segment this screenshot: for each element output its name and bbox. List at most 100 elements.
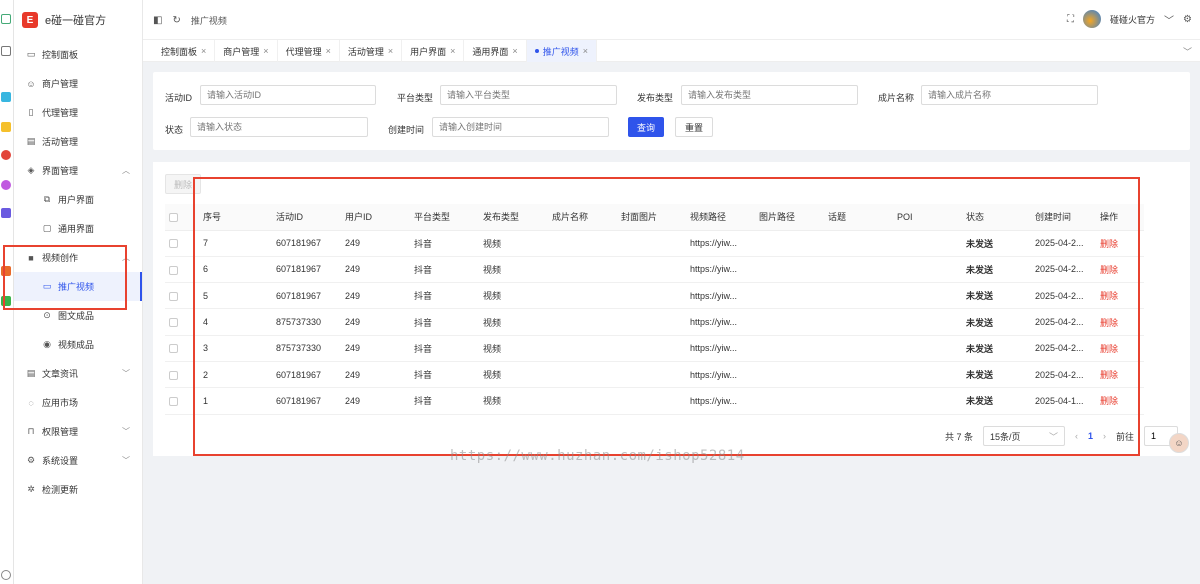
logo[interactable]: E e碰一碰官方 — [14, 0, 142, 40]
close-icon[interactable]: × — [326, 46, 331, 56]
chevron-icon[interactable]: ﹀ — [122, 455, 130, 466]
column-header: 创建时间 — [1031, 204, 1096, 231]
sidebar-item-8[interactable]: ■ 视频创作 ︿ — [14, 243, 142, 272]
sidebar-item-13[interactable]: ◌ 应用市场 — [14, 388, 142, 417]
close-icon[interactable]: × — [263, 46, 268, 56]
status-input[interactable] — [190, 117, 368, 137]
app-icon-green[interactable] — [1, 296, 11, 306]
table-cell — [617, 282, 686, 310]
table-cell — [548, 256, 617, 284]
row-delete-link[interactable]: 删除 — [1096, 361, 1144, 389]
reset-button[interactable]: 重置 — [675, 117, 714, 137]
sidebar-item-15[interactable]: ⚙ 系统设置 ﹀ — [14, 446, 142, 475]
plus-icon[interactable] — [1, 46, 11, 56]
page-size-select[interactable]: 15条/页 ﹀ — [982, 426, 1065, 446]
row-delete-link[interactable]: 删除 — [1096, 308, 1144, 336]
chevron-down-icon: ﹀ — [1048, 431, 1058, 442]
tabs-more-icon[interactable]: ﹀ — [1183, 45, 1192, 58]
table-cell — [617, 387, 686, 415]
sidebar-item-11[interactable]: ◉ 视频成品 — [14, 330, 142, 359]
sidebar-item-7[interactable]: ▢ 通用界面 — [14, 214, 142, 243]
refresh-icon[interactable]: ↻ — [172, 15, 180, 26]
chevron-icon[interactable]: ︿ — [122, 252, 130, 263]
tab-4[interactable]: 活动管理 × — [340, 40, 403, 62]
tab-5[interactable]: 用户界面 × — [402, 40, 465, 62]
activity-id-input[interactable] — [200, 85, 376, 105]
sidebar-item-2[interactable]: ☺ 商户管理 — [14, 69, 142, 98]
row-delete-link[interactable]: 删除 — [1096, 335, 1144, 362]
row-delete-link[interactable]: 删除 — [1096, 282, 1144, 310]
app-icon-orange[interactable] — [1, 266, 11, 276]
app-icon-multi[interactable] — [1, 150, 11, 160]
next-page-icon[interactable]: › — [1103, 431, 1106, 441]
sidebar-item-9[interactable]: ▭ 推广视频 — [14, 272, 142, 301]
sidebar-item-14[interactable]: ⊓ 权限管理 ﹀ — [14, 417, 142, 446]
sidebar-item-3[interactable]: ▯ 代理管理 — [14, 98, 142, 127]
row-checkbox[interactable] — [169, 370, 178, 380]
table-cell: 2025-04-2... — [1031, 335, 1096, 362]
fullscreen-icon[interactable]: ⛶ — [1067, 14, 1074, 25]
select-all-checkbox[interactable] — [169, 212, 178, 222]
sidebar-item-5[interactable]: ◈ 界面管理 ︿ — [14, 156, 142, 185]
row-checkbox[interactable] — [169, 265, 178, 275]
app-name: e碰一碰官方 — [45, 15, 107, 27]
sidebar-item-12[interactable]: ▤ 文章资讯 ﹀ — [14, 359, 142, 388]
sidebar-item-1[interactable]: ▭ 控制面板 — [14, 40, 142, 69]
layers-icon: ◈ — [27, 165, 35, 175]
app-icon-cyan[interactable] — [1, 92, 11, 102]
avatar[interactable] — [1083, 10, 1102, 28]
close-icon[interactable]: × — [583, 46, 588, 56]
close-icon[interactable]: × — [388, 46, 393, 56]
publish-type-input[interactable] — [681, 85, 858, 105]
close-icon[interactable]: × — [201, 46, 206, 56]
sidebar-item-6[interactable]: ⧉ 用户界面 — [14, 185, 142, 214]
row-delete-link[interactable]: 删除 — [1096, 256, 1144, 284]
tab-1[interactable]: 控制面板 × — [153, 40, 216, 62]
logo-icon: E — [22, 12, 38, 28]
app-icon-gradient[interactable] — [1, 180, 11, 190]
collapse-sidebar-icon[interactable]: ◧ — [153, 15, 162, 26]
sidebar-item-4[interactable]: ▤ 活动管理 — [14, 127, 142, 156]
table-cell — [824, 230, 893, 257]
close-icon[interactable]: × — [512, 46, 517, 56]
row-delete-link[interactable]: 删除 — [1096, 387, 1144, 415]
table-cell — [548, 335, 617, 362]
row-checkbox[interactable] — [169, 318, 178, 328]
app-icon-chart[interactable] — [1, 208, 11, 218]
row-checkbox[interactable] — [169, 291, 178, 301]
support-avatar[interactable]: ☺ — [1169, 433, 1189, 453]
created-input[interactable] — [432, 117, 609, 137]
settings-icon[interactable]: ⚙ — [1183, 14, 1192, 25]
chevron-icon[interactable]: ﹀ — [122, 368, 130, 379]
row-checkbox[interactable] — [169, 344, 178, 354]
column-header: 状态 — [962, 204, 1031, 231]
box-icon: ▢ — [42, 223, 52, 233]
batch-delete-button[interactable]: 删除 — [165, 174, 202, 194]
column-header: 话题 — [824, 204, 893, 231]
row-checkbox[interactable] — [169, 239, 178, 249]
sidebar-item-label: 视频创作 — [42, 253, 79, 263]
tab-6[interactable]: 通用界面 × — [464, 40, 527, 62]
settings-icon[interactable] — [1, 570, 11, 580]
page-number[interactable]: 1 — [1088, 431, 1093, 441]
row-delete-link[interactable]: 删除 — [1096, 230, 1144, 257]
query-button[interactable]: 查询 — [628, 117, 665, 137]
user-name[interactable]: 碰碰火官方 — [1110, 13, 1155, 26]
tab-3[interactable]: 代理管理 × — [278, 40, 340, 62]
chevron-icon[interactable]: ﹀ — [122, 426, 130, 437]
table-cell — [617, 361, 686, 389]
home-icon[interactable] — [1, 14, 11, 24]
prev-page-icon[interactable]: ‹ — [1075, 431, 1078, 441]
platform-input[interactable] — [440, 85, 617, 105]
chevron-icon[interactable]: ︿ — [122, 165, 130, 176]
close-icon[interactable]: × — [450, 46, 455, 56]
tab-7[interactable]: 推广视频 × — [526, 40, 597, 62]
app-icon-yellow[interactable] — [1, 122, 11, 132]
tab-2[interactable]: 商户管理 × — [215, 40, 278, 62]
sidebar-item-10[interactable]: ⊙ 图文成品 — [14, 301, 142, 330]
chevron-down-icon[interactable]: ﹀ — [1164, 12, 1174, 27]
film-name-input[interactable] — [921, 85, 1098, 105]
sidebar-item-16[interactable]: ✲ 检测更新 — [14, 475, 142, 504]
row-checkbox[interactable] — [169, 396, 178, 406]
sidebar-item-label: 文章资讯 — [42, 369, 79, 379]
